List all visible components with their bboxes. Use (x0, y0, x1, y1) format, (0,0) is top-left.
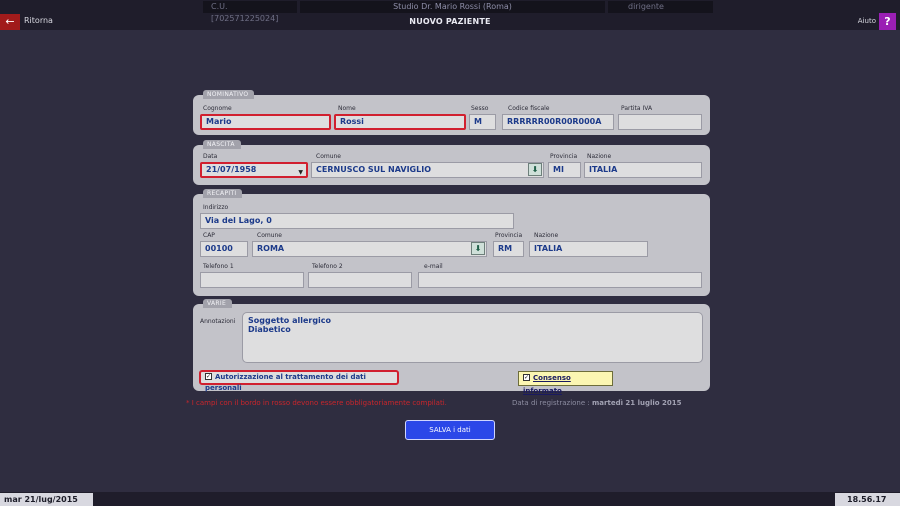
section-tab-varie: VARIE (203, 299, 233, 308)
comune-field[interactable]: ROMA (252, 241, 487, 257)
nazione-label: Nazione (534, 232, 559, 239)
top-bar: C.U. [702571225024] Studio Dr. Mario Ros… (0, 0, 900, 30)
cap-field[interactable]: 00100 (200, 241, 248, 257)
arrow-down-icon: ⬇ (474, 244, 482, 253)
nazione-nascita-field[interactable]: ITALIA (584, 162, 702, 178)
telefono1-field[interactable] (200, 272, 304, 288)
provincia-label: Provincia (495, 232, 523, 239)
help-label[interactable]: Aiuto (858, 17, 876, 25)
partita-iva-label: Partita IVA (621, 105, 653, 112)
nome-field[interactable]: Rossi (334, 114, 466, 130)
telefono2-field[interactable] (308, 272, 412, 288)
provincia-field[interactable]: RM (493, 241, 524, 257)
partita-iva-field[interactable] (618, 114, 702, 130)
status-time: 18.56.17 (835, 493, 900, 506)
section-tab-recapiti: RECAPITI (203, 189, 243, 198)
nome-label: Nome (338, 105, 356, 112)
chevron-down-icon: ▼ (298, 169, 303, 176)
codice-fiscale-field[interactable]: RRRRRR00R00R000A (502, 114, 614, 130)
indirizzo-field[interactable]: Via del Lago, 0 (200, 213, 514, 229)
comune-label: Comune (257, 232, 283, 239)
save-button[interactable]: SALVA i dati (405, 420, 495, 440)
section-tab-nominativo: NOMINATIVO (203, 90, 255, 99)
data-nascita-value: 21/07/1958 (206, 165, 257, 174)
cognome-field[interactable]: Mario (200, 114, 331, 130)
email-label: e-mail (424, 263, 443, 270)
provincia-nascita-field[interactable]: MI (548, 162, 581, 178)
checkbox-checked-icon: ✓ (523, 373, 530, 381)
telefono2-label: Telefono 2 (312, 263, 343, 270)
codice-fiscale-label: Codice fiscale (508, 105, 550, 112)
comune-nascita-field[interactable]: CERNUSCO SUL NAVIGLIO (311, 162, 544, 178)
comune-lookup-button[interactable]: ⬇ (471, 242, 485, 255)
nominativo-section: NOMINATIVO Cognome Mario Nome Rossi Sess… (193, 90, 710, 135)
page-title: NUOVO PAZIENTE (409, 17, 491, 26)
annotazioni-line-2: Diabetico (248, 325, 291, 334)
status-bar: mar 21/lug/2015 18.56.17 (0, 492, 900, 506)
annotazioni-line-1: Soggetto allergico (248, 316, 332, 325)
checkbox-checked-icon: ✓ (205, 372, 212, 380)
nazione-nascita-label: Nazione (587, 153, 612, 160)
sesso-field[interactable]: M (469, 114, 496, 130)
data-nascita-label: Data (203, 153, 218, 160)
registration-date-prefix: Data di registrazione : (512, 399, 590, 407)
required-fields-note: * I campi con il bordo in rosso devono e… (186, 399, 447, 407)
email-field[interactable] (418, 272, 702, 288)
comune-nascita-lookup-button[interactable]: ⬇ (528, 163, 542, 176)
cap-label: CAP (203, 232, 215, 239)
telefono1-label: Telefono 1 (203, 263, 234, 270)
sesso-label: Sesso (471, 105, 489, 112)
annotazioni-textarea[interactable]: Soggetto allergico Diabetico (242, 312, 703, 363)
help-button[interactable]: ? (879, 13, 896, 30)
cognome-label: Cognome (203, 105, 232, 112)
studio-name: Studio Dr. Mario Rossi (Roma) (300, 1, 605, 13)
user-role: dirigente (608, 1, 713, 13)
registration-date-value: martedì 21 luglio 2015 (592, 399, 682, 407)
provincia-nascita-label: Provincia (550, 153, 578, 160)
cu-code: C.U. [702571225024] (203, 1, 297, 23)
annotazioni-label: Annotazioni (200, 318, 236, 325)
privacy-consent-label: Autorizzazione al trattamento dei dati p… (205, 373, 366, 392)
informed-consent-checkbox[interactable]: ✓ Consenso informato (518, 371, 613, 395)
data-nascita-select[interactable]: 21/07/1958 ▼ (200, 162, 308, 178)
nazione-field[interactable]: ITALIA (529, 241, 648, 257)
arrow-down-icon: ⬇ (531, 165, 539, 174)
varie-section: VARIE Annotazioni Soggetto allergico Dia… (193, 299, 710, 395)
section-tab-nascita: NASCITA (203, 140, 241, 149)
registration-date: Data di registrazione : martedì 21 lugli… (512, 399, 682, 407)
privacy-consent-checkbox[interactable]: ✓ Autorizzazione al trattamento dei dati … (199, 370, 399, 392)
indirizzo-label: Indirizzo (203, 204, 229, 211)
question-icon: ? (884, 15, 891, 28)
recapiti-section: RECAPITI Indirizzo Via del Lago, 0 CAP 0… (193, 189, 710, 296)
nascita-section: NASCITA Data 21/07/1958 ▼ Comune CERNUSC… (193, 140, 710, 185)
status-date: mar 21/lug/2015 (0, 493, 93, 506)
comune-nascita-label: Comune (316, 153, 342, 160)
informed-consent-label: Consenso informato (523, 374, 571, 395)
